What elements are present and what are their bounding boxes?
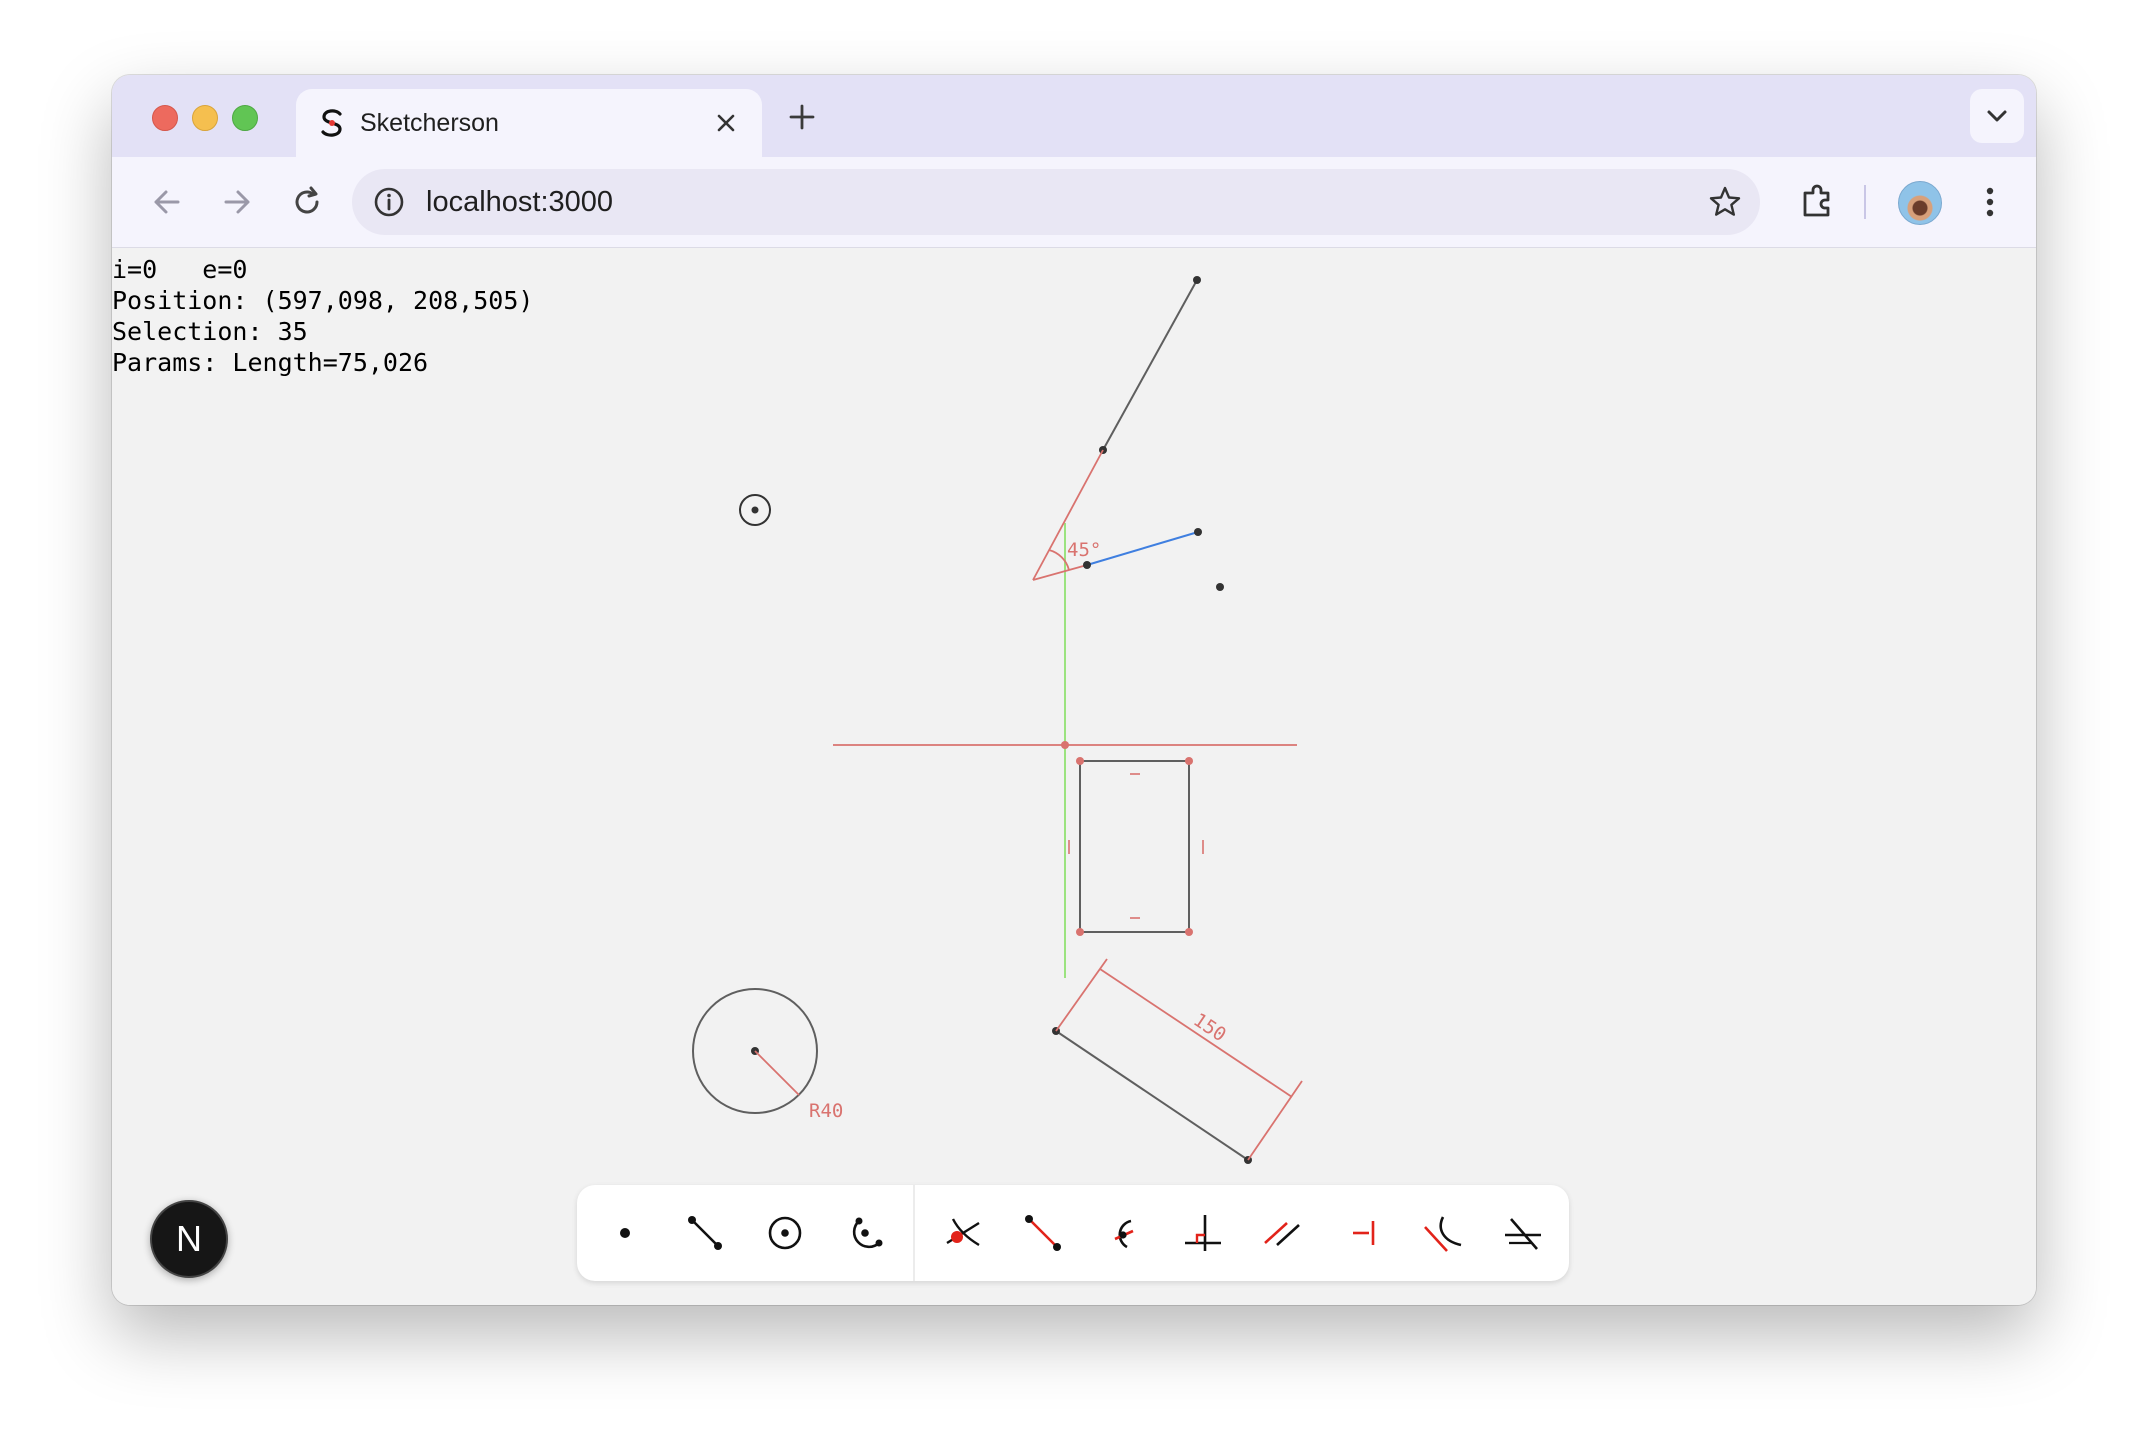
- tool-palette: [577, 1185, 1569, 1281]
- dimension-extension-line: [1055, 958, 1108, 1032]
- radius-line: [754, 1050, 800, 1096]
- extensions-puzzle-icon[interactable]: [1792, 177, 1842, 227]
- toolbar-divider: [1864, 185, 1866, 219]
- close-window-button[interactable]: [152, 105, 178, 131]
- angle-construction-line: [1032, 564, 1088, 581]
- point-on-arc-constraint-icon[interactable]: [1099, 1209, 1147, 1257]
- tab-search-button[interactable]: [1970, 89, 2024, 143]
- line-endpoint[interactable]: [1194, 528, 1202, 536]
- dimension-line: [1099, 968, 1293, 1098]
- axis-intersection-point[interactable]: [1061, 741, 1069, 749]
- horizontal-distance-icon[interactable]: [1339, 1209, 1387, 1257]
- site-info-icon[interactable]: [370, 183, 408, 221]
- palette-divider: [913, 1185, 915, 1281]
- sketcherson-favicon-icon: [321, 109, 342, 137]
- tab-close-icon[interactable]: [708, 105, 744, 141]
- more-menu-icon[interactable]: [1972, 177, 2008, 227]
- new-tab-button[interactable]: [782, 97, 822, 137]
- coincident-constraint-icon[interactable]: [939, 1209, 987, 1257]
- parallel-constraint-icon[interactable]: [1259, 1209, 1307, 1257]
- address-bar[interactable]: localhost:3000: [352, 169, 1760, 235]
- line-endpoint[interactable]: [1083, 561, 1091, 569]
- angle-constraint-icon[interactable]: [1499, 1209, 1547, 1257]
- point-tool-icon[interactable]: [601, 1209, 649, 1257]
- sketch-rectangle[interactable]: [1079, 760, 1190, 933]
- line-endpoint[interactable]: [1193, 276, 1201, 284]
- tangent-constraint-icon[interactable]: [1419, 1209, 1467, 1257]
- bookmark-star-icon[interactable]: [1706, 183, 1744, 221]
- minimize-window-button[interactable]: [192, 105, 218, 131]
- rectangle-corner[interactable]: [1185, 757, 1193, 765]
- selected-line[interactable]: [1086, 531, 1199, 566]
- origin-marker-center[interactable]: [751, 506, 759, 514]
- url-text[interactable]: localhost:3000: [426, 186, 613, 219]
- tab-strip: Sketcherson: [112, 75, 2036, 157]
- maximize-window-button[interactable]: [232, 105, 258, 131]
- back-arrow-icon[interactable]: [142, 177, 192, 227]
- profile-avatar[interactable]: [1898, 181, 1942, 225]
- arc-tool-icon[interactable]: [841, 1209, 889, 1257]
- nextjs-dev-badge[interactable]: N: [150, 1200, 228, 1278]
- circle-tool-icon[interactable]: [761, 1209, 809, 1257]
- page-content[interactable]: i=0 e=0 Position: (597,098, 208,505) Sel…: [112, 248, 2036, 1305]
- browser-window: Sketcherson localhost:3000 i=0 e=0 Posit…: [112, 75, 2036, 1305]
- rectangle-corner[interactable]: [1076, 928, 1084, 936]
- tab-title: Sketcherson: [360, 109, 499, 137]
- sketch-point[interactable]: [1216, 583, 1224, 591]
- rectangle-corner[interactable]: [1076, 757, 1084, 765]
- forward-arrow-icon[interactable]: [212, 177, 262, 227]
- sketch-line-top[interactable]: [1102, 279, 1198, 451]
- chevron-down-icon: [1987, 110, 2007, 122]
- dimension-extension-line: [1247, 1080, 1303, 1161]
- perpendicular-constraint-icon[interactable]: [1179, 1209, 1227, 1257]
- angle-label[interactable]: 45°: [1067, 539, 1101, 561]
- sketch-canvas[interactable]: 45° 150 R40: [112, 248, 2036, 1305]
- tab-sketcherson[interactable]: Sketcherson: [296, 89, 762, 157]
- sketch-line-dimensioned[interactable]: [1055, 1030, 1249, 1161]
- point-on-line-constraint-icon[interactable]: [1019, 1209, 1067, 1257]
- reload-icon[interactable]: [282, 177, 332, 227]
- browser-toolbar: localhost:3000: [112, 157, 2036, 248]
- radius-label[interactable]: R40: [809, 1100, 843, 1122]
- line-tool-icon[interactable]: [681, 1209, 729, 1257]
- dimension-label[interactable]: 150: [1189, 1009, 1230, 1046]
- rectangle-corner[interactable]: [1185, 928, 1193, 936]
